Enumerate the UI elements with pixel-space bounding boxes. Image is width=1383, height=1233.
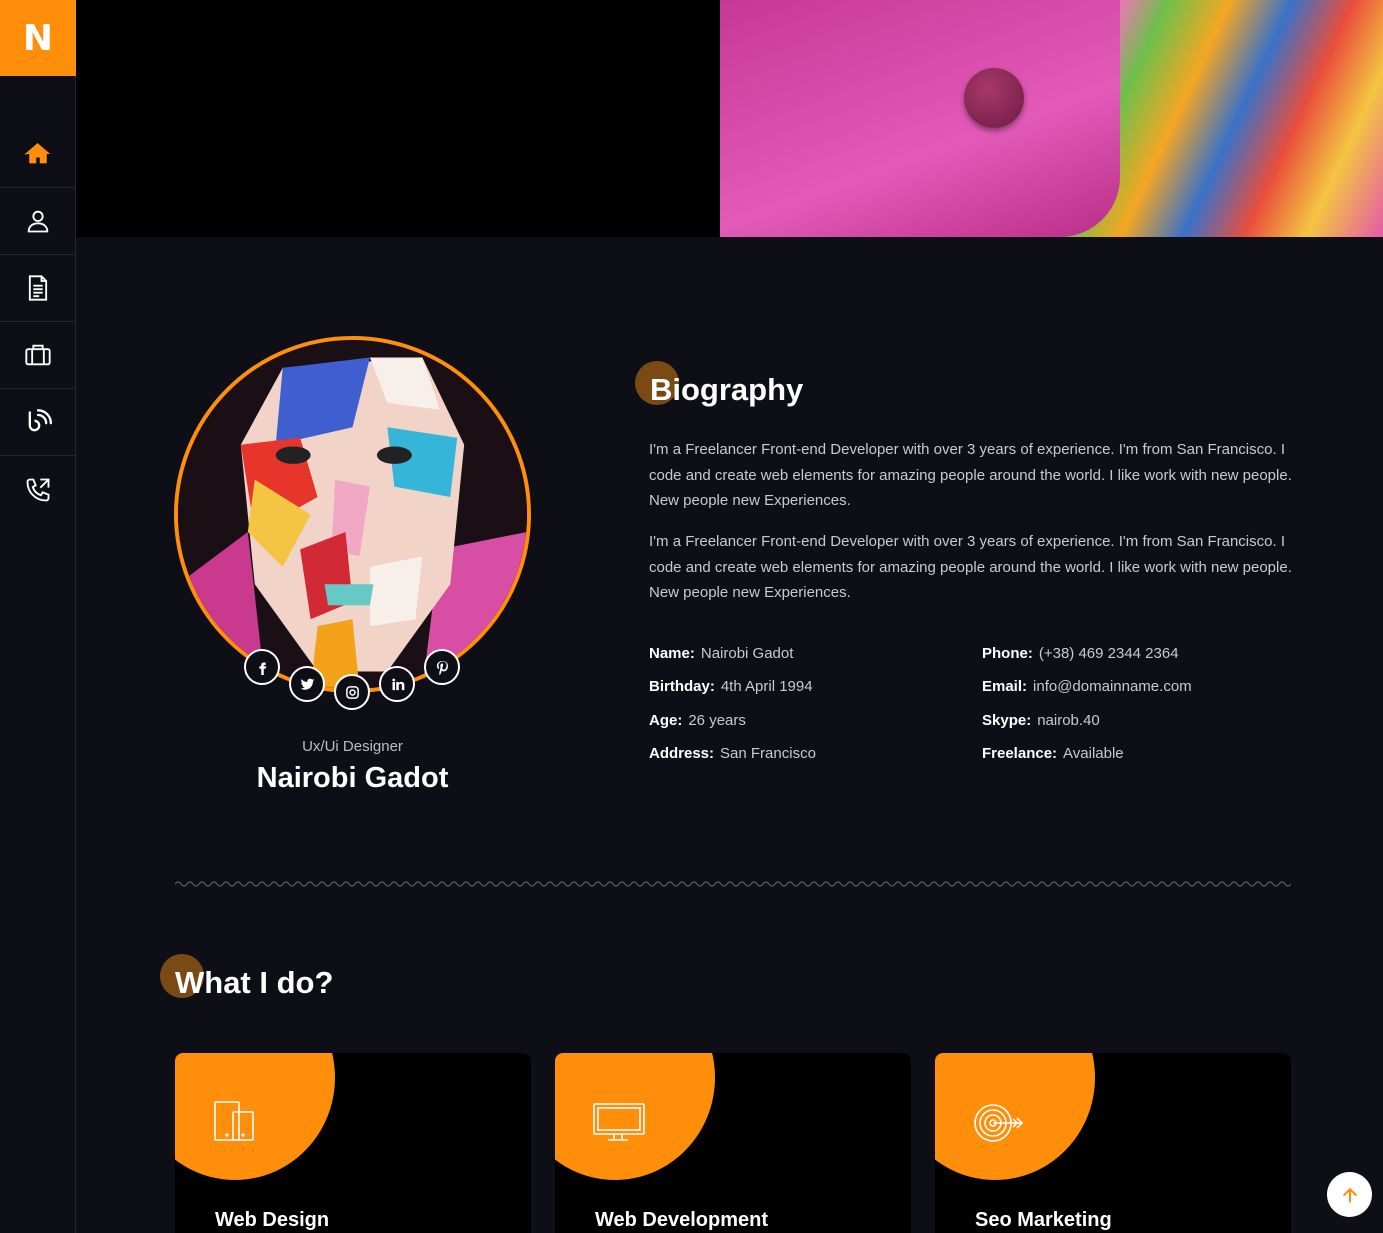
info-label: Birthday:: [649, 678, 715, 695]
info-label: Skype:: [982, 712, 1032, 729]
info-birthday: Birthday: 4th April 1994: [649, 678, 813, 695]
blog-icon: [28, 409, 52, 432]
briefcase-icon: [24, 344, 51, 366]
bio-paragraph-1: I'm a Freelancer Front-end Developer wit…: [649, 441, 1292, 509]
instagram-icon: [345, 685, 359, 699]
service-card-web-design[interactable]: Web Design: [175, 1053, 531, 1233]
user-icon: [27, 210, 48, 233]
info-label: Email:: [982, 678, 1028, 695]
services-heading: What I do?: [160, 954, 334, 1001]
info-value[interactable]: info@domainname.com: [1033, 678, 1192, 695]
info-value: San Francisco: [720, 745, 816, 762]
target-icon: [974, 1104, 1024, 1142]
twitter-icon: [300, 678, 314, 690]
hero-jacket: [720, 0, 1120, 237]
biography-heading: Biography: [635, 361, 804, 408]
service-title: Web Design: [215, 1209, 330, 1231]
facebook-icon: [258, 662, 266, 675]
info-label: Name:: [649, 645, 695, 662]
info-label: Address:: [649, 745, 715, 762]
back-to-top-button[interactable]: [1327, 1172, 1372, 1217]
profile-avatar-wrap: [174, 336, 531, 710]
info-name: Name: Nairobi Gadot: [649, 645, 793, 662]
info-phone: Phone: (+38) 469 2344 2364: [982, 645, 1179, 662]
document-icon: [28, 275, 47, 301]
info-value: (+38) 469 2344 2364: [1038, 645, 1179, 662]
sidebar-nav: [0, 121, 75, 523]
logo-letter: N: [22, 17, 54, 59]
info-email: Email: info@domainname.com: [982, 678, 1192, 695]
info-age: Age: 26 years: [649, 712, 746, 729]
hero-button-detail: [964, 68, 1024, 128]
info-value: Available: [1063, 745, 1124, 762]
nav-contact[interactable]: [0, 456, 75, 523]
twitter-button[interactable]: [289, 666, 325, 702]
info-label: Freelance:: [982, 745, 1058, 762]
service-title: Web Development: [595, 1209, 768, 1231]
monitor-icon: [593, 1103, 645, 1141]
avatar: [174, 336, 531, 693]
info-skype: Skype: nairob.40: [982, 712, 1100, 729]
sidebar: N: [0, 0, 76, 1233]
hero-image: [720, 0, 1383, 237]
phone-icon: [26, 478, 49, 501]
wave-divider: [175, 881, 1291, 887]
nav-resume[interactable]: [0, 255, 75, 322]
instagram-button[interactable]: [334, 674, 370, 710]
pinterest-button[interactable]: [424, 649, 460, 685]
service-title: Seo Marketing: [975, 1209, 1112, 1231]
service-card-seo-marketing[interactable]: Seo Marketing: [935, 1053, 1291, 1233]
info-label: Age:: [649, 712, 683, 729]
hero-banner: [76, 0, 1383, 237]
info-address: Address: San Francisco: [649, 745, 816, 762]
arrow-up-icon: [1342, 1187, 1357, 1203]
info-value: 26 years: [688, 712, 746, 729]
profile-role: Ux/Ui Designer: [302, 738, 403, 755]
service-card-web-development[interactable]: Web Development: [555, 1053, 911, 1233]
info-value: nairob.40: [1037, 712, 1100, 729]
info-freelance: Freelance: Available: [982, 745, 1124, 762]
nav-portfolio[interactable]: [0, 322, 75, 389]
info-label: Phone:: [982, 645, 1033, 662]
nav-blog[interactable]: [0, 389, 75, 456]
linkedin-button[interactable]: [379, 666, 415, 702]
bio-paragraph-2: I'm a Freelancer Front-end Developer wit…: [649, 533, 1292, 601]
logo[interactable]: N: [0, 0, 76, 76]
services-heading-text: What I do?: [175, 965, 334, 1000]
avatar-portrait: [178, 340, 527, 689]
info-value: Nairobi Gadot: [700, 645, 794, 662]
home-icon: [24, 143, 50, 164]
facebook-button[interactable]: [244, 649, 280, 685]
info-value: 4th April 1994: [720, 678, 813, 695]
pinterest-icon: [436, 660, 448, 675]
profile-name: Nairobi Gadot: [256, 762, 449, 794]
biography-heading-text: Biography: [650, 372, 804, 407]
nav-about[interactable]: [0, 188, 75, 255]
nav-home[interactable]: [0, 121, 75, 188]
linkedin-icon: [391, 678, 404, 690]
devices-icon: [214, 1101, 254, 1141]
